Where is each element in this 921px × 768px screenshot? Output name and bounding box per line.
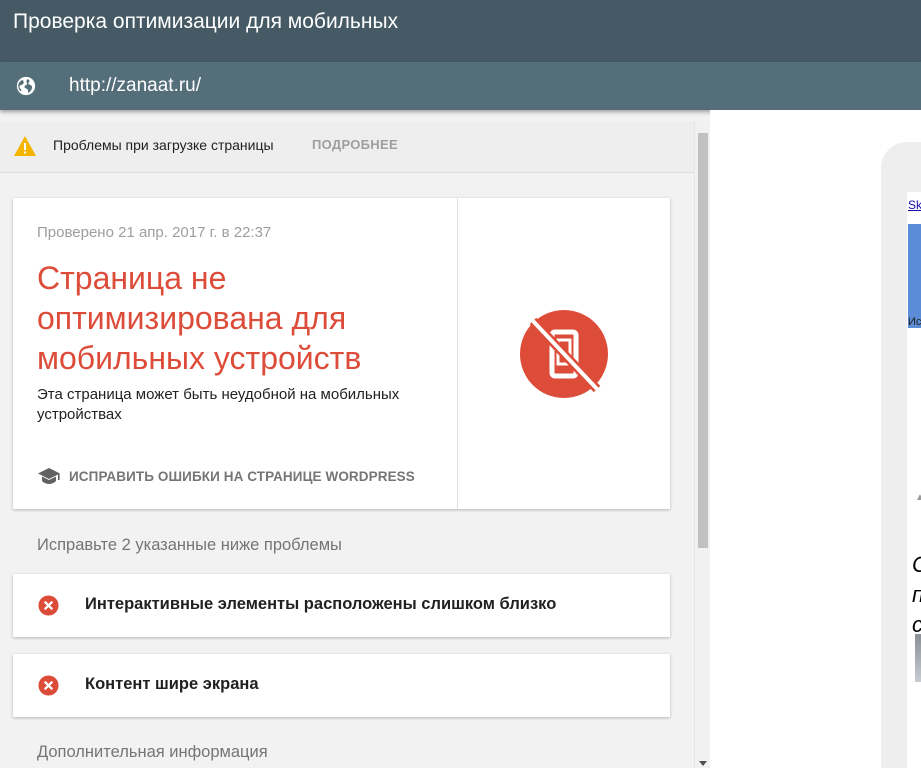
- fix-wordpress-link[interactable]: ИСПРАВИТЬ ОШИБКИ НА СТРАНИЦЕ WORDPRESS: [37, 464, 415, 488]
- issues-heading: Исправьте 2 указанные ниже проблемы: [37, 536, 342, 554]
- card-divider: [457, 198, 458, 509]
- issue-label: Контент шире экрана: [85, 675, 259, 693]
- app-title: Проверка оптимизации для мобильных: [13, 10, 399, 33]
- additional-info-heading: Дополнительная информация: [37, 743, 268, 761]
- warning-icon: [14, 136, 36, 156]
- globe-icon: [16, 76, 36, 96]
- fix-wordpress-label: ИСПРАВИТЬ ОШИБКИ НА СТРАНИЦЕ WORDPRESS: [69, 468, 415, 484]
- issue-item-tap-targets[interactable]: Интерактивные элементы расположены слишк…: [13, 574, 670, 637]
- preview-text-line: п: [912, 582, 921, 608]
- preview-image: [915, 634, 921, 682]
- results-pane: Проблемы при загрузке страницы ПОДРОБНЕЕ…: [0, 121, 694, 768]
- app-bar: Проверка оптимизации для мобильных: [0, 0, 921, 62]
- error-icon: [38, 595, 59, 616]
- url-text: http://zanaat.ru/: [69, 75, 202, 96]
- warning-bar: Проблемы при загрузке страницы ПОДРОБНЕЕ: [0, 121, 694, 173]
- checked-date: Проверено 21 апр. 2017 г. в 22:37: [37, 224, 272, 241]
- preview-pane: Sk Ис ▲ С п с: [710, 110, 921, 768]
- no-mobile-icon: [520, 310, 608, 398]
- result-description: Эта страница может быть неудобной на моб…: [37, 386, 400, 423]
- details-link[interactable]: ПОДРОБНЕЕ: [312, 137, 398, 152]
- preview-skip-link: Sk: [908, 198, 921, 212]
- issue-item-content-width[interactable]: Контент шире экрана: [13, 654, 670, 717]
- url-bar[interactable]: http://zanaat.ru/: [0, 62, 921, 110]
- result-summary: Проверено 21 апр. 2017 г. в 22:37 Страни…: [13, 198, 457, 509]
- preview-text-line: С: [912, 552, 921, 578]
- phone-screen-preview[interactable]: Sk Ис ▲ С п с: [907, 192, 921, 768]
- graduation-cap-icon: [38, 468, 60, 484]
- scrollbar-thumb[interactable]: [698, 133, 708, 548]
- result-card: Проверено 21 апр. 2017 г. в 22:37 Страни…: [13, 198, 670, 509]
- issue-label: Интерактивные элементы расположены слишк…: [85, 595, 557, 613]
- result-title: Страница не оптимизирована для мобильных…: [37, 260, 362, 376]
- error-icon: [38, 675, 59, 696]
- scroll-down-arrow-icon[interactable]: [699, 761, 707, 766]
- preview-arrow-icon: ▲: [915, 492, 921, 503]
- preview-banner-text: Ис: [908, 316, 921, 328]
- preview-banner: [908, 224, 921, 328]
- warning-text: Проблемы при загрузке страницы: [53, 137, 274, 153]
- results-scrollbar[interactable]: [694, 121, 710, 768]
- phone-frame: Sk Ис ▲ С п с: [881, 142, 921, 768]
